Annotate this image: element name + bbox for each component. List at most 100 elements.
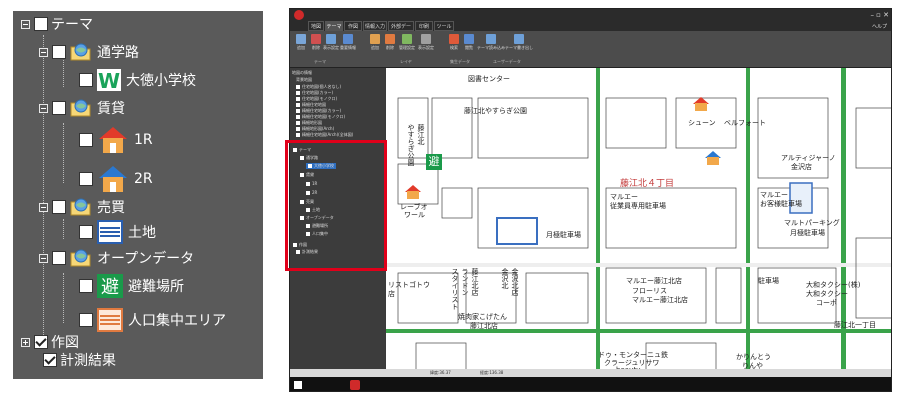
ribbon-export-theme-button[interactable]: テーマ書き出し bbox=[505, 34, 533, 56]
svg-text:避: 避 bbox=[101, 277, 119, 298]
rental-1r-marker[interactable] bbox=[404, 184, 422, 204]
layer-panel: 地図の情報 背景地図 住宅地図(個人名なし) 住宅地図(カラー) 住宅地図(モノ… bbox=[290, 68, 385, 381]
ribbon-display-settings-button[interactable]: 表示設定 bbox=[323, 34, 339, 56]
tree-row-school[interactable]: W 大徳小学校 bbox=[75, 69, 196, 91]
map-label: 店 bbox=[388, 290, 395, 298]
side-item[interactable]: 地図の情報 bbox=[292, 70, 312, 76]
ribbon-group-layer: レイヤ bbox=[400, 59, 412, 64]
mini-tree-population[interactable]: 人口集中 bbox=[306, 231, 328, 237]
ribbon-load-theme-button[interactable]: テーマ読み込み bbox=[477, 34, 505, 56]
folder-globe-icon bbox=[70, 197, 92, 217]
tree-label-measure: 計測結果 bbox=[60, 353, 116, 369]
checkbox[interactable] bbox=[34, 17, 48, 31]
map-label: マルトパーキング bbox=[784, 219, 840, 227]
status-lat: 緯度:36.37 bbox=[430, 370, 451, 375]
mini-tree-measure[interactable]: 計測結果 bbox=[296, 249, 318, 255]
mini-tree-drawing[interactable]: 作図 bbox=[293, 242, 307, 248]
checkbox[interactable] bbox=[52, 200, 66, 214]
tree-row-evacuation[interactable]: 避 避難場所 bbox=[75, 273, 184, 299]
ribbon-delete-theme-button[interactable]: 削除 bbox=[309, 34, 323, 56]
side-item[interactable]: 精細住宅地図(Arch)(全体図) bbox=[296, 132, 353, 138]
tree-label-2r: 2R bbox=[134, 171, 153, 187]
checkbox[interactable] bbox=[34, 335, 48, 349]
taskbar-app-icon[interactable] bbox=[350, 380, 360, 390]
collapse-toggle[interactable] bbox=[39, 47, 48, 57]
title-bar: – ▫ ✕ bbox=[290, 9, 891, 21]
mini-tree-route[interactable]: 通学路 bbox=[300, 155, 318, 161]
ribbon-add-layer-button[interactable]: 追加 bbox=[368, 34, 382, 56]
map-label: ランドン bbox=[461, 268, 469, 296]
expand-toggle[interactable] bbox=[21, 337, 30, 347]
mini-tree-1r[interactable]: 1R bbox=[306, 181, 317, 186]
checkbox[interactable] bbox=[52, 251, 66, 265]
map-view[interactable]: 避 図書センター 藤江北やすらぎ公園 やすらぎ公園 藤江北 シューン ベルフォー… bbox=[386, 68, 891, 379]
ribbon-important-info-button[interactable]: 重要情報 bbox=[340, 34, 356, 56]
map-label: 駐車場 bbox=[758, 277, 779, 285]
collapse-toggle[interactable] bbox=[39, 202, 48, 212]
checkbox[interactable] bbox=[79, 313, 93, 327]
tree-row-sales[interactable]: 売買 bbox=[39, 196, 125, 218]
tab-external[interactable]: 外部データ bbox=[388, 21, 414, 40]
mini-tree-opendata[interactable]: オープンデータ bbox=[300, 215, 334, 221]
mini-tree-2r[interactable]: 2R bbox=[306, 190, 317, 195]
folder-globe-icon bbox=[70, 248, 92, 268]
checkbox[interactable] bbox=[79, 172, 93, 186]
map-label: 藤江北店 bbox=[470, 322, 498, 330]
collapse-toggle[interactable] bbox=[21, 19, 30, 29]
checkbox[interactable] bbox=[79, 133, 93, 147]
tree-row-opendata[interactable]: オープンデータ bbox=[39, 247, 194, 269]
map-label: お客様駐車場 bbox=[760, 200, 802, 208]
tree-row-theme[interactable]: テーマ bbox=[21, 13, 93, 35]
tab-tools[interactable]: ツール bbox=[434, 21, 454, 31]
map-label: 金沢店 bbox=[791, 163, 812, 171]
mini-tree-school[interactable]: 大徳小学校 bbox=[306, 163, 336, 169]
status-bar: 緯度:36.37 経度:136.38 bbox=[290, 369, 891, 377]
tree-row-measure[interactable]: 計測結果 bbox=[39, 349, 116, 371]
window-controls[interactable]: – ▫ ✕ bbox=[870, 11, 889, 19]
tree-row-2r[interactable]: 2R bbox=[75, 163, 153, 195]
tab-draw[interactable]: 作図 bbox=[344, 21, 362, 31]
rental-1r-marker[interactable] bbox=[692, 96, 710, 116]
ribbon-search-button[interactable]: 検索 bbox=[447, 34, 461, 56]
folder-globe-icon bbox=[70, 42, 92, 62]
ribbon-add-theme-button[interactable]: 追加 bbox=[294, 34, 308, 56]
help-link[interactable]: ヘルプ bbox=[872, 23, 887, 30]
tab-input[interactable]: 情報入力 bbox=[363, 21, 387, 31]
tree-row-1r[interactable]: 1R bbox=[75, 125, 153, 155]
ribbon-manage-settings-button[interactable]: 管理設定 bbox=[399, 34, 415, 56]
school-icon: W bbox=[97, 69, 121, 91]
tab-theme[interactable]: テーマ bbox=[325, 21, 343, 31]
evacuation-site-marker[interactable]: 避 bbox=[426, 154, 442, 170]
side-item[interactable]: 背景地図 bbox=[296, 77, 312, 83]
tree-row-rental[interactable]: 賃貸 bbox=[39, 97, 125, 119]
population-area-icon bbox=[97, 308, 123, 332]
mini-tree-rental[interactable]: 賃貸 bbox=[300, 172, 314, 178]
mini-tree-land[interactable]: 土地 bbox=[306, 207, 320, 213]
collapse-toggle[interactable] bbox=[39, 253, 48, 263]
folder-globe-icon bbox=[70, 98, 92, 118]
ribbon-browse-button[interactable]: 閲覧 bbox=[462, 34, 476, 56]
map-label: スタイリスト bbox=[451, 268, 459, 310]
rental-2r-marker[interactable] bbox=[704, 150, 722, 170]
tree-row-school-route[interactable]: 通学路 bbox=[39, 41, 139, 63]
checkbox[interactable] bbox=[43, 353, 57, 367]
mini-tree-evac[interactable]: 避難場所 bbox=[306, 223, 328, 229]
ribbon-delete-layer-button[interactable]: 削除 bbox=[383, 34, 397, 56]
checkbox[interactable] bbox=[52, 45, 66, 59]
collapse-toggle[interactable] bbox=[39, 103, 48, 113]
tree-label-school: 大徳小学校 bbox=[126, 73, 196, 89]
tab-print[interactable]: 印刷 bbox=[415, 21, 433, 31]
checkbox[interactable] bbox=[79, 73, 93, 87]
checkbox[interactable] bbox=[52, 101, 66, 115]
mini-tree-sales[interactable]: 売買 bbox=[300, 199, 314, 205]
ribbon-layer-display-button[interactable]: 表示設定 bbox=[418, 34, 434, 56]
tree-label-school-route: 通学路 bbox=[97, 45, 139, 61]
start-icon[interactable] bbox=[294, 381, 302, 389]
tree-row-population[interactable]: 人口集中エリア bbox=[75, 307, 226, 333]
map-label: やすらぎ公園 bbox=[407, 124, 415, 166]
tab-map[interactable]: 地図 bbox=[308, 21, 324, 31]
mini-tree-theme[interactable]: テーマ bbox=[293, 147, 311, 153]
checkbox[interactable] bbox=[79, 279, 93, 293]
checkbox[interactable] bbox=[79, 225, 93, 239]
tree-row-land[interactable]: 土地 bbox=[75, 219, 156, 245]
